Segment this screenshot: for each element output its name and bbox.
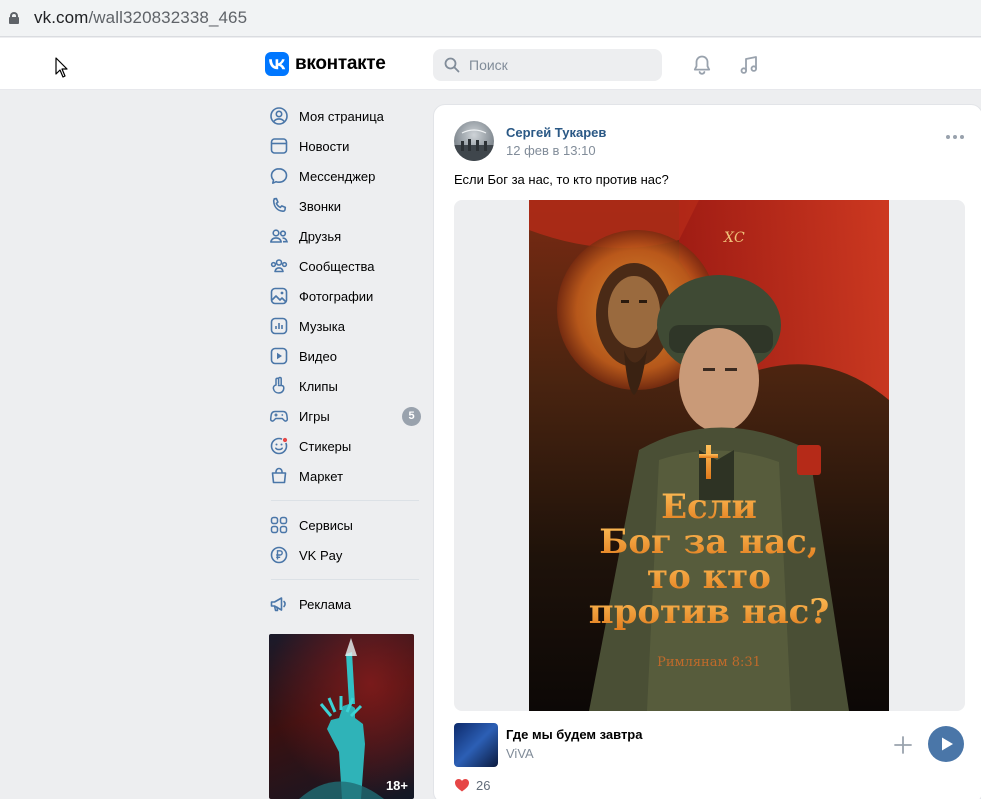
- poster-caption-line-3: то кто: [647, 557, 771, 597]
- poster-reference: Римлянам 8:31: [657, 655, 761, 670]
- sidebar-item-my-page[interactable]: Моя страница: [263, 101, 423, 131]
- sidebar-item-games[interactable]: Игры 5: [263, 401, 423, 431]
- sidebar-item-messenger[interactable]: Мессенджер: [263, 161, 423, 191]
- url-path: /wall320832338_465: [88, 8, 248, 27]
- music-icon: [270, 317, 288, 335]
- clips-icon: [272, 376, 285, 394]
- music-note-icon[interactable]: [737, 53, 761, 77]
- post-photo[interactable]: ХС Если Бог за нас, то кто против нас? Р…: [454, 200, 965, 711]
- games-icon: [269, 410, 289, 422]
- audio-artist[interactable]: ViVA: [506, 746, 534, 761]
- sidebar-item-friends[interactable]: Друзья: [263, 221, 423, 251]
- bell-icon[interactable]: [690, 53, 714, 77]
- user-circle-icon: [270, 107, 288, 125]
- post-text: Если Бог за нас, то кто против нас?: [454, 172, 669, 187]
- audio-cover: [454, 723, 498, 767]
- photos-icon: [270, 287, 288, 305]
- sidebar-item-communities[interactable]: Сообщества: [263, 251, 423, 281]
- sidebar-item-label: Сервисы: [299, 517, 353, 533]
- communities-icon: [270, 259, 288, 273]
- poster-caption-line-1: Если: [661, 487, 757, 527]
- sidebar-item-news[interactable]: Новости: [263, 131, 423, 161]
- message-icon: [270, 168, 288, 184]
- market-icon: [271, 467, 287, 484]
- sidebar-item-label: Маркет: [299, 468, 344, 484]
- sidebar-item-services[interactable]: Сервисы: [263, 510, 423, 540]
- poster-caption-line-2: Бог за нас,: [599, 522, 818, 562]
- statue-of-liberty-illustration: [269, 634, 414, 799]
- post-more-menu-icon[interactable]: [946, 135, 964, 139]
- phone-icon: [272, 197, 287, 213]
- sidebar-item-photos[interactable]: Фотографии: [263, 281, 423, 311]
- search-icon: [444, 57, 460, 73]
- sidebar-item-music[interactable]: Музыка: [263, 311, 423, 341]
- poster-banner-text: ХС: [723, 230, 745, 246]
- sidebar-item-label: VK Pay: [299, 547, 343, 563]
- sidebar-item-label: Реклама: [299, 596, 352, 612]
- friends-icon: [270, 229, 289, 243]
- vk-logo[interactable]: вконтакте: [265, 52, 386, 76]
- vkpay-icon: [270, 546, 288, 564]
- post-date[interactable]: 12 фев в 13:10: [506, 143, 596, 158]
- avatar[interactable]: [454, 121, 494, 161]
- browser-address-bar[interactable]: vk.com/wall320832338_465: [0, 0, 981, 37]
- audio-title: Где мы будем завтра: [506, 727, 643, 742]
- stickers-icon: [270, 436, 289, 455]
- megaphone-icon: [270, 597, 286, 612]
- search-placeholder: Поиск: [469, 57, 508, 73]
- sidebar-item-stickers[interactable]: Стикеры: [263, 431, 423, 461]
- like-count: 26: [476, 777, 491, 793]
- like-button[interactable]: 26: [454, 777, 490, 793]
- url-host: vk.com: [34, 8, 89, 27]
- vk-logo-text: вконтакте: [295, 53, 386, 74]
- sidebar-item-label: Новости: [299, 138, 350, 154]
- mouse-cursor-icon: [55, 57, 68, 78]
- left-sidebar: Моя страница Новости Мессенджер Звонки Д…: [263, 101, 423, 619]
- sidebar-item-label: Друзья: [299, 228, 342, 244]
- poster-caption-line-4: против нас?: [589, 592, 830, 632]
- search-input[interactable]: Поиск: [433, 49, 662, 81]
- play-icon: [942, 737, 953, 751]
- sidebar-item-label: Фотографии: [299, 288, 374, 304]
- sidebar-item-label: Музыка: [299, 318, 345, 334]
- post-author-name[interactable]: Сергей Тукарев: [506, 125, 606, 140]
- sidebar-item-label: Моя страница: [299, 108, 384, 124]
- vk-logo-icon: [265, 52, 289, 76]
- sidebar-divider: [271, 579, 419, 580]
- sidebar-item-label: Видео: [299, 348, 337, 364]
- games-counter-badge: 5: [402, 407, 421, 426]
- play-button[interactable]: [928, 726, 964, 762]
- sidebar-item-label: Сообщества: [299, 258, 375, 274]
- video-icon: [270, 347, 288, 365]
- age-rating-label: 18+: [385, 778, 408, 793]
- audio-attachment[interactable]: Где мы будем завтра ViVA: [454, 723, 965, 767]
- sidebar-item-label: Звонки: [299, 198, 341, 214]
- ad-banner[interactable]: 18+: [269, 634, 414, 799]
- sidebar-item-vk-pay[interactable]: VK Pay: [263, 540, 423, 570]
- add-audio-icon[interactable]: [892, 734, 914, 756]
- address-url[interactable]: vk.com/wall320832338_465: [34, 8, 247, 28]
- newsfeed-icon: [270, 138, 288, 154]
- sidebar-item-label: Клипы: [299, 378, 338, 394]
- sidebar-item-clips[interactable]: Клипы: [263, 371, 423, 401]
- sidebar-item-label: Мессенджер: [299, 168, 376, 184]
- sidebar-item-label: Стикеры: [299, 438, 352, 454]
- heart-icon: [455, 779, 469, 792]
- sidebar-divider: [271, 500, 419, 501]
- sidebar-item-video[interactable]: Видео: [263, 341, 423, 371]
- wall-post: Сергей Тукарев 12 фев в 13:10 Если Бог з…: [433, 104, 981, 799]
- sidebar-item-ads[interactable]: Реклама: [263, 589, 423, 619]
- services-icon: [270, 516, 288, 534]
- lock-icon: [9, 12, 19, 24]
- sidebar-item-calls[interactable]: Звонки: [263, 191, 423, 221]
- poster-image: ХС Если Бог за нас, то кто против нас? Р…: [529, 200, 889, 711]
- top-header: вконтакте Поиск: [0, 38, 981, 90]
- sidebar-item-label: Игры: [299, 408, 330, 424]
- sidebar-item-market[interactable]: Маркет: [263, 461, 423, 491]
